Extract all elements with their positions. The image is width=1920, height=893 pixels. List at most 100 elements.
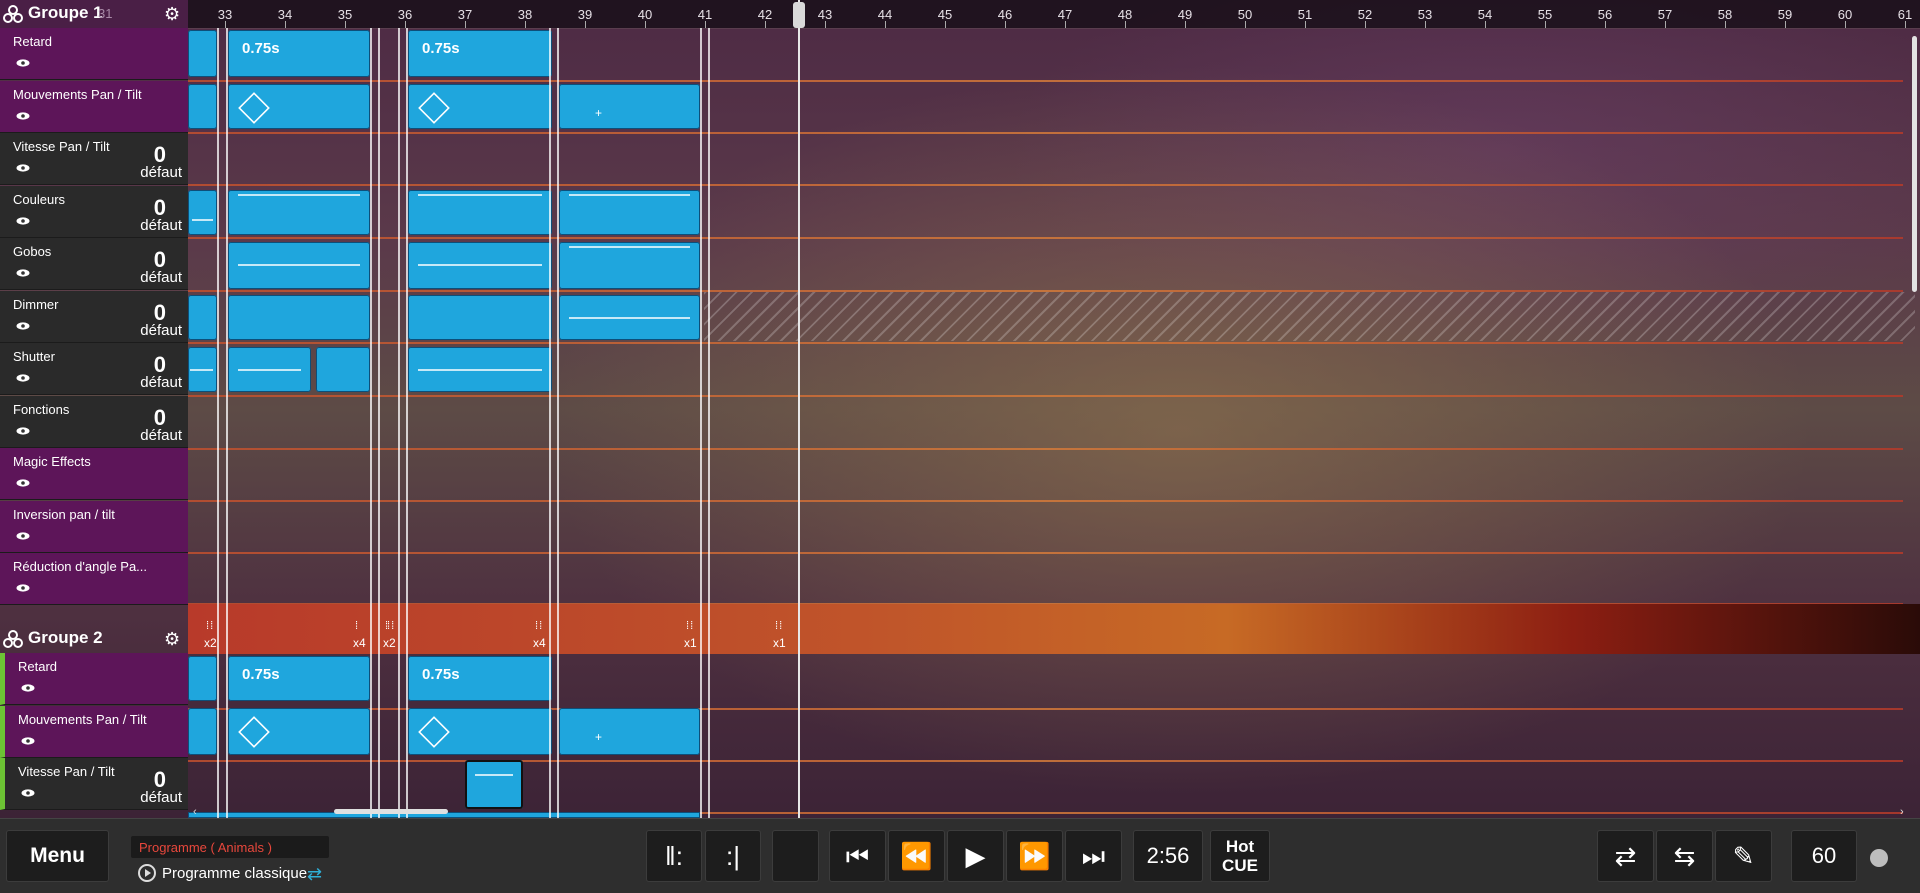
beat-ruler[interactable]: 33 34 35 36 37 38 39 40 41 42 43 44 45 46 47 48 49 50 51 52…	[188, 0, 1920, 29]
gobo-block[interactable]	[228, 242, 370, 289]
loop-out-button[interactable]: :|	[705, 830, 761, 882]
group1-header[interactable]: Groupe 1 31 ⚙	[0, 0, 188, 28]
repeat-marker[interactable]: ⁞ ⁞ x1	[684, 620, 716, 652]
shutter-block[interactable]	[188, 347, 217, 392]
timeline[interactable]: 33 34 35 36 37 38 39 40 41 42 43 44 45 46 47 48 49 50 51 52…	[0, 0, 1920, 818]
pan-tilt-block[interactable]	[228, 708, 370, 755]
shutter-block[interactable]	[408, 347, 552, 392]
track-header[interactable]: Magic Effects	[0, 448, 188, 500]
track-header[interactable]: Retard	[0, 28, 188, 80]
track-name: Réduction d'angle Pa...	[13, 559, 148, 574]
dimmer-block[interactable]	[188, 295, 217, 340]
track-header[interactable]: Couleurs 0 défaut	[0, 185, 188, 238]
pan-tilt-block[interactable]: +	[559, 84, 700, 129]
menu-button[interactable]: Menu	[6, 830, 109, 882]
gear-icon[interactable]: ⚙	[164, 630, 180, 648]
track-header[interactable]: Mouvements Pan / Tilt	[0, 80, 188, 133]
gobo-block[interactable]	[408, 242, 552, 289]
program-mode[interactable]: Programme classique	[138, 864, 307, 882]
pan-tilt-block[interactable]	[188, 708, 217, 755]
repeat-marker[interactable]: ⁞ ⁞ x4	[533, 620, 565, 652]
pan-tilt-block[interactable]	[408, 708, 552, 755]
eye-icon[interactable]	[16, 531, 30, 540]
eye-icon[interactable]	[16, 269, 30, 277]
color-block[interactable]	[559, 190, 700, 235]
eye-icon[interactable]	[21, 789, 35, 797]
fast-forward-icon: ⏩	[1018, 841, 1051, 871]
eye-icon[interactable]	[16, 426, 30, 435]
shutter-block[interactable]	[316, 347, 370, 392]
play-button[interactable]: ▶	[947, 830, 1004, 882]
color-block[interactable]	[188, 190, 217, 235]
scroll-left-icon[interactable]: ‹	[193, 806, 197, 818]
rewind-icon: ⏪	[900, 841, 933, 871]
retard-block[interactable]	[188, 30, 217, 77]
repeat-marker[interactable]: ⁞ ⁞ x2	[204, 620, 236, 652]
loop-in-button[interactable]: ‖:	[646, 830, 702, 882]
playhead[interactable]	[793, 0, 805, 818]
eye-icon[interactable]	[16, 164, 30, 172]
eye-icon[interactable]	[16, 374, 30, 382]
track-header[interactable]: Gobos 0 défaut	[0, 238, 188, 290]
eye-icon[interactable]	[21, 684, 35, 692]
pan-tilt-block[interactable]	[228, 84, 370, 129]
dimmer-block[interactable]	[559, 295, 700, 340]
dimmer-block[interactable]	[228, 295, 370, 340]
pan-tilt-block[interactable]	[188, 84, 217, 129]
playhead-handle[interactable]	[793, 2, 805, 28]
color-block[interactable]	[228, 190, 370, 235]
horizontal-scrollbar[interactable]	[334, 809, 448, 814]
swap-button[interactable]: ⇄	[1597, 830, 1654, 882]
retard-block[interactable]: 0.75s	[228, 30, 370, 77]
track-header[interactable]: Fonctions 0 défaut	[0, 395, 188, 448]
repeat-marker[interactable]: ⁞ x4	[353, 620, 385, 652]
hotcue-label-1: Hot	[1225, 837, 1255, 856]
gear-icon[interactable]: ⚙	[164, 5, 180, 23]
merge-button[interactable]: ⇆	[1656, 830, 1713, 882]
skip-start-button[interactable]: ⏮	[829, 830, 886, 882]
rewind-button[interactable]: ⏪	[888, 830, 945, 882]
track-header[interactable]: Réduction d'angle Pa...	[0, 553, 188, 605]
track-header[interactable]: Dimmer 0 défaut	[0, 290, 188, 343]
repeat-marker[interactable]: ⁞⁞ ⁞ x2	[383, 620, 415, 652]
vertical-scrollbar[interactable]	[1912, 36, 1917, 292]
play-circle-icon	[138, 864, 156, 882]
track-name: Vitesse Pan / Tilt	[13, 139, 110, 154]
eye-icon[interactable]	[16, 479, 30, 487]
eye-icon[interactable]	[21, 736, 35, 745]
record-indicator[interactable]	[1870, 849, 1888, 867]
retard-block[interactable]: 0.75s	[408, 656, 552, 701]
skip-end-button[interactable]: ⏭	[1065, 830, 1122, 882]
pan-tilt-block[interactable]: +	[559, 708, 700, 755]
track-header[interactable]: Shutter 0 défaut	[0, 343, 188, 395]
track-header[interactable]: Mouvements Pan / Tilt	[0, 705, 188, 758]
scroll-right-icon[interactable]: ›	[1900, 806, 1904, 818]
shutter-block[interactable]	[228, 347, 311, 392]
track-header[interactable]: Retard	[0, 653, 188, 705]
retard-block[interactable]	[188, 656, 217, 701]
dimmer-block[interactable]	[408, 295, 552, 340]
track-default-label: défaut	[140, 321, 182, 339]
program-name-field[interactable]: Programme ( Animals )	[131, 836, 329, 858]
track-header[interactable]: Vitesse Pan / Tilt 0 défaut	[0, 133, 188, 185]
blank-button[interactable]	[772, 830, 819, 882]
gobo-block[interactable]	[559, 242, 700, 289]
loop-icon[interactable]: ⇄	[307, 864, 322, 885]
eye-icon[interactable]	[16, 111, 30, 120]
hotcue-button[interactable]: Hot CUE	[1210, 830, 1270, 882]
retard-block[interactable]: 0.75s	[408, 30, 552, 77]
eye-icon[interactable]	[16, 321, 30, 330]
speed-block[interactable]	[465, 760, 523, 809]
brush-button[interactable]: ✎	[1715, 830, 1772, 882]
track-header[interactable]: Vitesse Pan / Tilt 0 défaut	[0, 758, 188, 810]
bpm-display[interactable]: 60	[1791, 830, 1857, 882]
eye-icon[interactable]	[16, 216, 30, 225]
eye-icon[interactable]	[16, 584, 30, 592]
color-block[interactable]	[408, 190, 552, 235]
pan-tilt-block[interactable]	[408, 84, 552, 129]
retard-block[interactable]: 0.75s	[228, 656, 370, 701]
track-header[interactable]: Inversion pan / tilt	[0, 500, 188, 553]
group2-header[interactable]: Groupe 2 ⚙	[0, 625, 188, 653]
fast-forward-button[interactable]: ⏩	[1006, 830, 1063, 882]
eye-icon[interactable]	[16, 59, 30, 67]
